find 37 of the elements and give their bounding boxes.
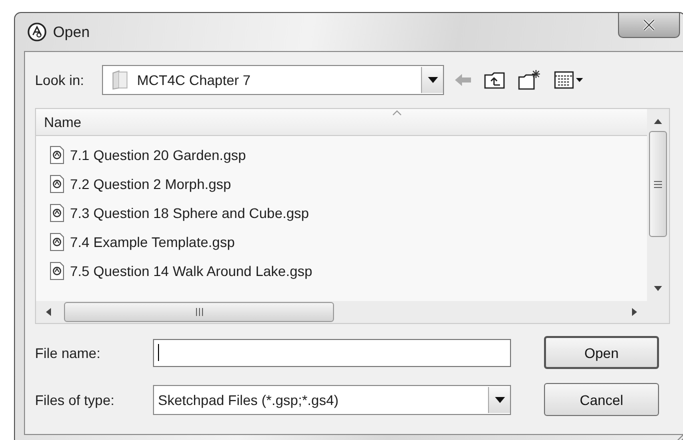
horizontal-scrollbar[interactable] bbox=[36, 301, 669, 323]
caret-icon bbox=[494, 396, 504, 402]
grip-icon bbox=[654, 180, 662, 188]
close-button[interactable] bbox=[618, 13, 680, 38]
folder-icon bbox=[111, 70, 129, 90]
look-in-label: Look in: bbox=[35, 72, 86, 88]
scroll-up-icon[interactable] bbox=[653, 117, 663, 125]
app-icon bbox=[27, 22, 47, 42]
scroll-down-icon[interactable] bbox=[653, 285, 663, 293]
new-folder-icon[interactable] bbox=[518, 69, 542, 91]
scroll-left-icon[interactable] bbox=[44, 307, 52, 317]
file-type-label: Files of type: bbox=[35, 392, 116, 408]
file-name-field[interactable] bbox=[153, 338, 511, 366]
file-icon bbox=[50, 204, 64, 222]
scroll-right-icon[interactable] bbox=[631, 307, 639, 317]
look-in-dropdown[interactable]: MCT4C Chapter 7 bbox=[102, 65, 444, 95]
file-name-label: File name: bbox=[35, 344, 102, 360]
file-item[interactable]: 7.3 Question 18 Sphere and Cube.gsp bbox=[68, 204, 311, 222]
window-title: Open bbox=[53, 24, 90, 40]
cancel-button[interactable]: Cancel bbox=[544, 383, 659, 416]
up-folder-icon[interactable] bbox=[484, 70, 506, 90]
file-icon bbox=[50, 232, 64, 250]
caret-icon bbox=[428, 77, 438, 83]
file-item[interactable]: 7.5 Question 14 Walk Around Lake.gsp bbox=[68, 262, 314, 280]
view-menu-icon[interactable] bbox=[554, 70, 584, 90]
file-icon bbox=[50, 262, 64, 280]
file-icon bbox=[50, 174, 64, 192]
file-item[interactable]: 7.1 Question 20 Garden.gsp bbox=[68, 146, 248, 164]
grip-icon bbox=[196, 308, 202, 316]
column-header[interactable]: Name bbox=[36, 109, 647, 136]
close-icon bbox=[642, 19, 656, 31]
file-type-dropdown[interactable]: Sketchpad Files (*.gsp;*.gs4) bbox=[153, 384, 511, 414]
file-icon bbox=[50, 146, 64, 164]
file-item[interactable]: 7.4 Example Template.gsp bbox=[68, 232, 237, 250]
file-item[interactable]: 7.2 Question 2 Morph.gsp bbox=[68, 174, 234, 192]
vertical-scrollbar[interactable] bbox=[647, 109, 669, 301]
open-button[interactable]: Open bbox=[544, 336, 659, 369]
